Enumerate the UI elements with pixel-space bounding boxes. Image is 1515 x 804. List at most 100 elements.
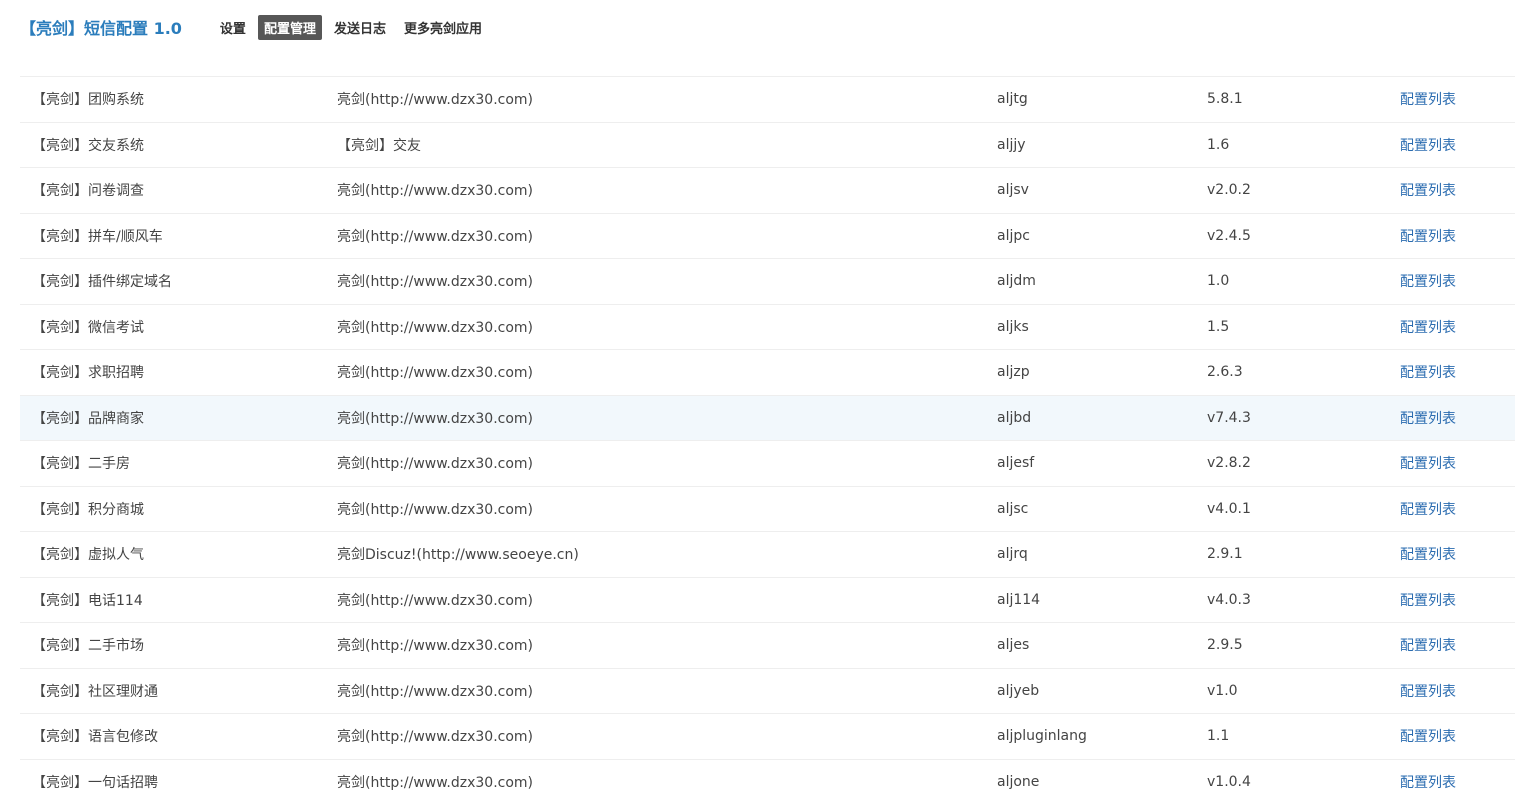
table-row: 【亮剑】二手房亮剑(http://www.dzx30.com)aljesfv2.… bbox=[20, 441, 1515, 487]
plugin-author: 【亮剑】交友 bbox=[325, 122, 985, 168]
plugin-id: aljks bbox=[985, 304, 1195, 350]
plugin-id: alj114 bbox=[985, 577, 1195, 623]
plugin-table: 【亮剑】团购系统亮剑(http://www.dzx30.com) aljtg5.8… bbox=[20, 76, 1515, 804]
table-row: 【亮剑】二手市场亮剑(http://www.dzx30.com)aljes2.9… bbox=[20, 623, 1515, 669]
plugin-name: 【亮剑】拼车/顺风车 bbox=[20, 213, 325, 259]
action-cell: 配置列表 bbox=[1388, 350, 1515, 396]
plugin-table-body: 【亮剑】团购系统亮剑(http://www.dzx30.com) aljtg5.8… bbox=[20, 77, 1515, 804]
plugin-name: 【亮剑】电话114 bbox=[20, 577, 325, 623]
plugin-name: 【亮剑】二手市场 bbox=[20, 623, 325, 669]
config-list-link[interactable]: 配置列表 bbox=[1400, 229, 1456, 245]
plugin-version: v4.0.3 bbox=[1195, 577, 1388, 623]
plugin-version: 1.1 bbox=[1195, 714, 1388, 760]
plugin-name: 【亮剑】问卷调查 bbox=[20, 168, 325, 214]
plugin-version: v7.4.3 bbox=[1195, 395, 1388, 441]
plugin-id: aljzp bbox=[985, 350, 1195, 396]
plugin-version: 2.9.5 bbox=[1195, 623, 1388, 669]
plugin-version: 1.6 bbox=[1195, 122, 1388, 168]
action-cell: 配置列表 bbox=[1388, 77, 1515, 123]
config-list-link[interactable]: 配置列表 bbox=[1400, 320, 1456, 336]
plugin-name: 【亮剑】团购系统 bbox=[20, 77, 325, 123]
plugin-author: 亮剑(http://www.dzx30.com) bbox=[325, 577, 985, 623]
plugin-name: 【亮剑】品牌商家 bbox=[20, 395, 325, 441]
action-cell: 配置列表 bbox=[1388, 668, 1515, 714]
plugin-version: 1.5 bbox=[1195, 304, 1388, 350]
plugin-name: 【亮剑】微信考试 bbox=[20, 304, 325, 350]
plugin-author: 亮剑(http://www.dzx30.com) bbox=[325, 350, 985, 396]
plugin-id: aljdm bbox=[985, 259, 1195, 305]
action-cell: 配置列表 bbox=[1388, 122, 1515, 168]
table-row: 【亮剑】社区理财通亮剑(http://www.dzx30.com)aljyebv… bbox=[20, 668, 1515, 714]
plugin-name: 【亮剑】一句话招聘 bbox=[20, 759, 325, 804]
plugin-name: 【亮剑】积分商城 bbox=[20, 486, 325, 532]
plugin-id: aljrq bbox=[985, 532, 1195, 578]
plugin-id: aljtg bbox=[985, 77, 1195, 123]
plugin-author: 亮剑(http://www.dzx30.com) bbox=[325, 759, 985, 804]
plugin-id: aljsc bbox=[985, 486, 1195, 532]
action-cell: 配置列表 bbox=[1388, 532, 1515, 578]
plugin-name: 【亮剑】插件绑定域名 bbox=[20, 259, 325, 305]
plugin-name: 【亮剑】虚拟人气 bbox=[20, 532, 325, 578]
plugin-id: aljesf bbox=[985, 441, 1195, 487]
plugin-version: 2.9.1 bbox=[1195, 532, 1388, 578]
action-cell: 配置列表 bbox=[1388, 486, 1515, 532]
action-cell: 配置列表 bbox=[1388, 623, 1515, 669]
table-row: 【亮剑】电话114亮剑(http://www.dzx30.com)alj114v… bbox=[20, 577, 1515, 623]
top-nav: 【亮剑】短信配置 1.0 设置 配置管理 发送日志 更多亮剑应用 bbox=[20, 10, 1500, 44]
plugin-name: 【亮剑】交友系统 bbox=[20, 122, 325, 168]
tab-config-management[interactable]: 配置管理 bbox=[258, 15, 322, 40]
action-cell: 配置列表 bbox=[1388, 259, 1515, 305]
plugin-author: 亮剑(http://www.dzx30.com) bbox=[325, 304, 985, 350]
plugin-author: 亮剑(http://www.dzx30.com) bbox=[325, 395, 985, 441]
config-list-link[interactable]: 配置列表 bbox=[1400, 729, 1456, 745]
plugin-author: 亮剑(http://www.dzx30.com) bbox=[325, 213, 985, 259]
config-list-link[interactable]: 配置列表 bbox=[1400, 638, 1456, 654]
action-cell: 配置列表 bbox=[1388, 577, 1515, 623]
config-list-link[interactable]: 配置列表 bbox=[1400, 502, 1456, 518]
config-list-link[interactable]: 配置列表 bbox=[1400, 684, 1456, 700]
config-list-link[interactable]: 配置列表 bbox=[1400, 183, 1456, 199]
plugin-author: 亮剑(http://www.dzx30.com) bbox=[325, 259, 985, 305]
config-list-link[interactable]: 配置列表 bbox=[1400, 365, 1456, 381]
plugin-version: v2.0.2 bbox=[1195, 168, 1388, 214]
plugin-id: aljpluginlang bbox=[985, 714, 1195, 760]
config-list-link[interactable]: 配置列表 bbox=[1400, 775, 1456, 791]
config-list-link[interactable]: 配置列表 bbox=[1400, 138, 1456, 154]
config-list-link[interactable]: 配置列表 bbox=[1400, 547, 1456, 563]
table-row: 【亮剑】积分商城亮剑(http://www.dzx30.com)aljscv4.… bbox=[20, 486, 1515, 532]
config-list-link[interactable]: 配置列表 bbox=[1400, 411, 1456, 427]
plugin-author: 亮剑(http://www.dzx30.com) bbox=[325, 668, 985, 714]
table-row: 【亮剑】交友系统【亮剑】交友aljjy1.6 配置列表 bbox=[20, 122, 1515, 168]
plugin-version: v1.0 bbox=[1195, 668, 1388, 714]
action-cell: 配置列表 bbox=[1388, 304, 1515, 350]
config-list-link[interactable]: 配置列表 bbox=[1400, 274, 1456, 290]
table-row: 【亮剑】求职招聘亮剑(http://www.dzx30.com)aljzp2.6… bbox=[20, 350, 1515, 396]
plugin-id: aljyeb bbox=[985, 668, 1195, 714]
plugin-name: 【亮剑】语言包修改 bbox=[20, 714, 325, 760]
app-title: 【亮剑】短信配置 1.0 bbox=[20, 15, 182, 39]
tab-settings[interactable]: 设置 bbox=[214, 15, 252, 40]
table-row: 【亮剑】问卷调查亮剑(http://www.dzx30.com)aljsvv2.… bbox=[20, 168, 1515, 214]
table-row: 【亮剑】一句话招聘亮剑(http://www.dzx30.com)aljonev… bbox=[20, 759, 1515, 804]
plugin-id: aljbd bbox=[985, 395, 1195, 441]
tab-send-log[interactable]: 发送日志 bbox=[328, 15, 392, 40]
plugin-author: 亮剑Discuz!(http://www.seoeye.cn) bbox=[325, 532, 985, 578]
config-list-link[interactable]: 配置列表 bbox=[1400, 593, 1456, 609]
plugin-version: 1.0 bbox=[1195, 259, 1388, 305]
tab-more-apps[interactable]: 更多亮剑应用 bbox=[398, 15, 488, 40]
action-cell: 配置列表 bbox=[1388, 213, 1515, 259]
table-row: 【亮剑】拼车/顺风车亮剑(http://www.dzx30.com)aljpcv… bbox=[20, 213, 1515, 259]
plugin-id: aljsv bbox=[985, 168, 1195, 214]
plugin-version: v2.4.5 bbox=[1195, 213, 1388, 259]
plugin-id: aljjy bbox=[985, 122, 1195, 168]
plugin-version: 5.8.1 bbox=[1195, 77, 1388, 123]
action-cell: 配置列表 bbox=[1388, 759, 1515, 804]
table-row: 【亮剑】插件绑定域名亮剑(http://www.dzx30.com)aljdm1… bbox=[20, 259, 1515, 305]
plugin-id: aljpc bbox=[985, 213, 1195, 259]
table-row: 【亮剑】微信考试亮剑(http://www.dzx30.com)aljks1.5… bbox=[20, 304, 1515, 350]
config-list-link[interactable]: 配置列表 bbox=[1400, 456, 1456, 472]
plugin-name: 【亮剑】求职招聘 bbox=[20, 350, 325, 396]
plugin-id: aljes bbox=[985, 623, 1195, 669]
table-row: 【亮剑】团购系统亮剑(http://www.dzx30.com)aljtg5.8… bbox=[20, 77, 1515, 123]
config-list-link[interactable]: 配置列表 bbox=[1400, 92, 1456, 108]
